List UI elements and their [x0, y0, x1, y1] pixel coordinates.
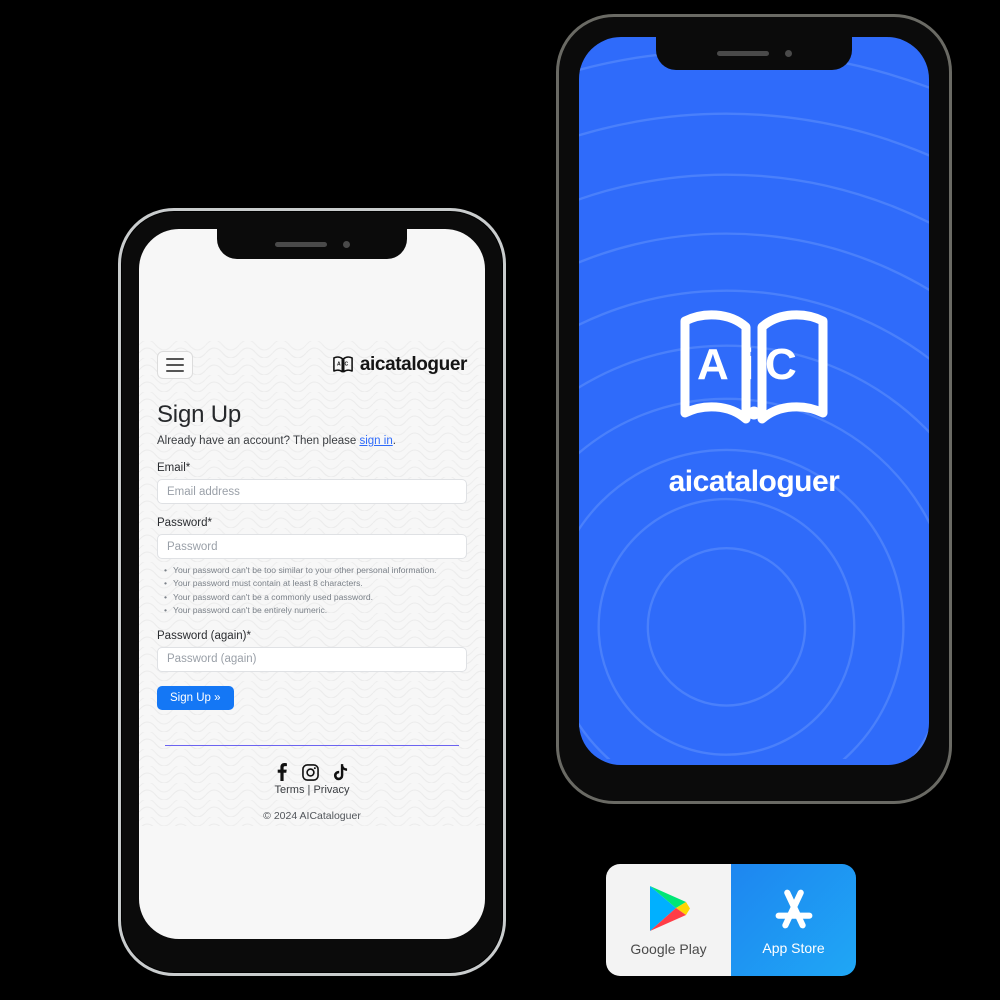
social-links-row	[157, 763, 467, 782]
brand-name-label: aicataloguer	[359, 354, 468, 375]
tiktok-icon[interactable]	[333, 763, 348, 781]
svg-text:i: i	[742, 340, 754, 389]
svg-text:A: A	[337, 361, 341, 367]
front-camera-icon	[784, 50, 792, 57]
open-book-logo-icon: A i C	[332, 356, 353, 373]
email-field[interactable]	[157, 479, 467, 504]
page-title: Sign Up	[157, 401, 241, 428]
password-again-label: Password (again)*	[157, 629, 251, 642]
phone-mockup-right: A i C aicataloguer	[556, 14, 952, 804]
google-play-label: Google Play	[630, 940, 707, 957]
phone-mockup-left: A i C aicataloguer Sign Up Already have …	[118, 208, 506, 976]
hamburger-menu-icon[interactable]	[157, 351, 193, 379]
apple-app-store-icon	[775, 889, 812, 928]
app-header: A i C aicataloguer	[157, 351, 467, 379]
signin-prompt-text: Already have an account? Then please	[157, 435, 360, 447]
signin-period: .	[392, 435, 396, 447]
splash-screen: A i C aicataloguer	[579, 37, 929, 765]
app-store-badge[interactable]: App Store	[731, 864, 856, 976]
open-book-aic-logo-icon: A i C	[680, 310, 828, 424]
legal-links: Terms | Privacy	[157, 784, 467, 796]
hamburger-bar	[166, 364, 184, 366]
signin-prompt: Already have an account? Then please sig…	[157, 435, 467, 447]
brand-logo-link[interactable]: A i C aicataloguer	[332, 354, 467, 376]
splash-brand-name: aicataloguer	[668, 465, 840, 498]
copyright-text: © 2024 AICataloguer	[263, 810, 361, 823]
hamburger-bar	[166, 370, 184, 372]
password-requirement: Your password can't be a commonly used p…	[164, 591, 467, 604]
signup-page: A i C aicataloguer Sign Up Already have …	[139, 229, 485, 826]
privacy-link[interactable]: Privacy	[313, 784, 349, 796]
terms-link[interactable]: Terms	[275, 784, 305, 796]
password-field[interactable]	[157, 534, 467, 559]
password-label: Password*	[157, 517, 212, 529]
google-play-icon	[649, 885, 690, 931]
earpiece-speaker-icon	[716, 51, 769, 56]
svg-text:C: C	[344, 361, 348, 367]
password-requirement: Your password can't be entirely numeric.	[164, 604, 467, 617]
phone-notch-right	[656, 37, 852, 70]
svg-text:C: C	[765, 340, 797, 389]
app-store-label: App Store	[762, 939, 825, 956]
phone-notch-left	[217, 229, 407, 259]
password-requirement: Your password must contain at least 8 ch…	[164, 577, 467, 590]
google-play-badge[interactable]: Google Play	[606, 864, 731, 976]
earpiece-speaker-icon	[274, 241, 327, 247]
svg-text:A: A	[697, 340, 729, 389]
left-phone-screen: A i C aicataloguer Sign Up Already have …	[139, 229, 485, 939]
facebook-icon[interactable]	[276, 763, 288, 782]
email-label: Email*	[157, 462, 191, 474]
password-requirements-list: Your password can't be too similar to yo…	[157, 564, 467, 617]
front-camera-icon	[342, 240, 350, 248]
right-phone-screen: A i C aicataloguer	[579, 37, 929, 765]
sign-in-link[interactable]: sign in	[359, 435, 392, 447]
screenshot-canvas: A i C aicataloguer Sign Up Already have …	[0, 0, 1000, 1000]
password-requirement: Your password can't be too similar to yo…	[164, 564, 467, 577]
password-again-field[interactable]	[157, 646, 467, 672]
instagram-icon[interactable]	[302, 763, 319, 781]
hamburger-bar	[166, 358, 184, 360]
svg-text:i: i	[341, 361, 342, 366]
page-footer: Terms | Privacy © 2024 AICataloguer	[157, 744, 467, 823]
sign-up-button[interactable]: Sign Up »	[157, 685, 234, 710]
footer-divider	[165, 744, 459, 747]
app-store-badges: Google Play App Store	[606, 864, 856, 976]
